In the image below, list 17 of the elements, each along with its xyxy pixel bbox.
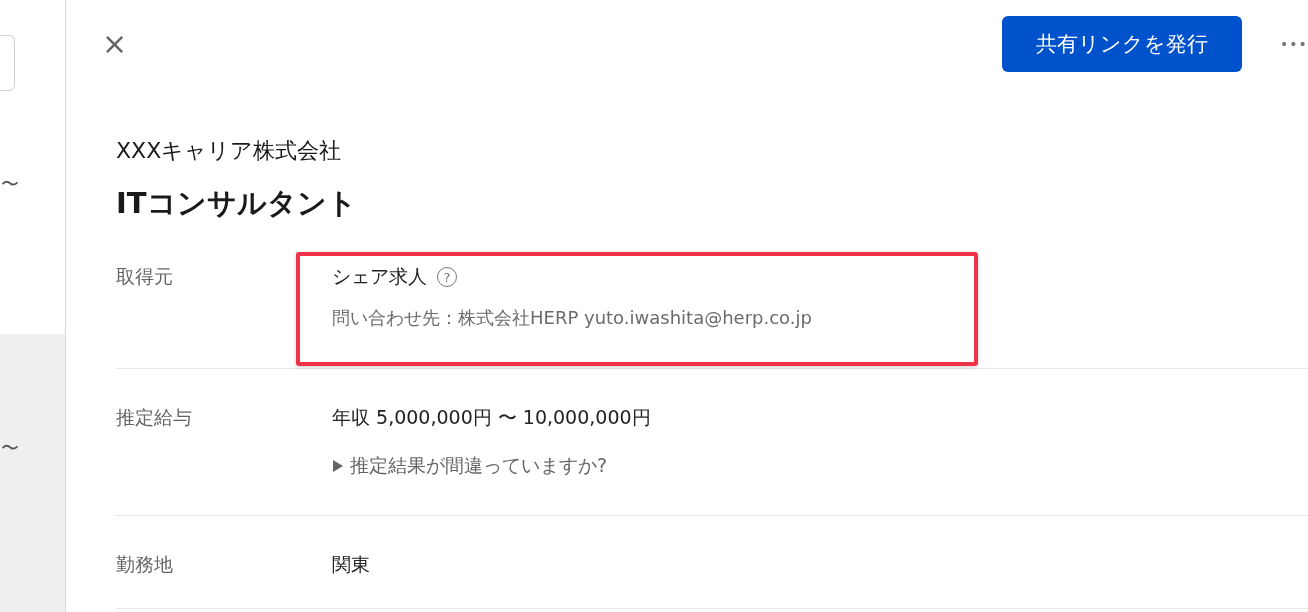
close-button[interactable]: ×	[102, 29, 128, 59]
contact-text: 問い合わせ先：株式会社HERP yuto.iwashita@herp.co.jp	[332, 306, 812, 330]
field-value: シェア求人	[332, 264, 427, 289]
disclosure-toggle[interactable]: 推定結果が間違っていますか?	[332, 453, 651, 479]
field-value: 関東	[332, 552, 370, 577]
list-item[interactable]: 〜	[0, 334, 65, 612]
more-button[interactable]: •••	[1280, 36, 1308, 52]
field-value: 年収 5,000,000円 〜 10,000,000円	[332, 405, 651, 430]
triangle-icon	[332, 460, 344, 472]
job-title: ITコンサルタント	[116, 185, 358, 222]
share-link-button[interactable]: 共有リンクを発行	[1002, 16, 1242, 72]
field-label: 勤務地	[116, 552, 174, 577]
field-label: 取得元	[116, 264, 174, 289]
range-text: 〜	[1, 439, 19, 458]
range-text: 〜	[1, 175, 19, 193]
field-label: 推定給与	[116, 405, 193, 430]
company-name: XXXキャリア株式会社	[116, 137, 343, 165]
